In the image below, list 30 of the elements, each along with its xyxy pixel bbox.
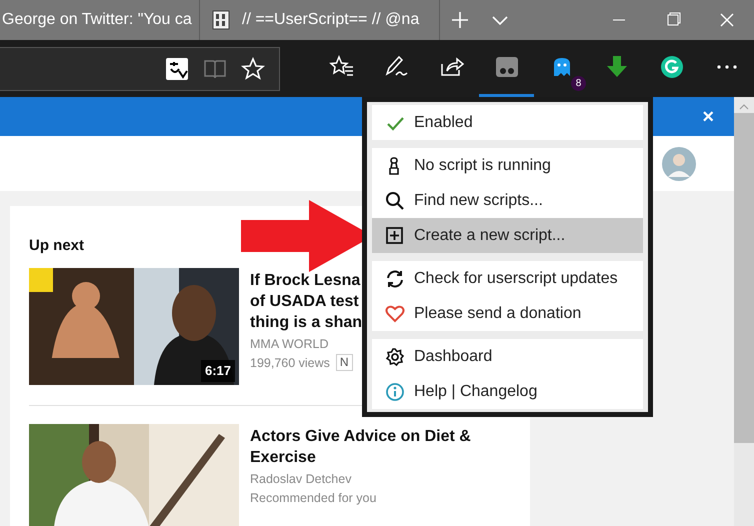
ghost-icon[interactable] [552,57,570,77]
video-title[interactable]: If Brock Lesna of USADA test thing is a shan [250,270,362,332]
video-title[interactable]: Actors Give Advice on Diet & Exercise [250,426,471,468]
tab-title: George on Twitter: "You ca [2,10,192,30]
count-badge: 8 [571,76,586,91]
info-icon [385,382,405,402]
address-bar[interactable] [0,46,280,90]
section-heading: Up next [29,236,84,256]
star-icon[interactable] [241,56,265,80]
avatar [662,146,696,181]
script-file-icon [212,10,230,30]
menu-item[interactable]: Create a new script... [372,218,643,253]
refresh-icon [385,268,405,288]
search-icon [385,190,405,210]
heart-icon [385,304,405,324]
close-button[interactable]: × [702,102,714,132]
duration-badge: 6:17 [200,360,235,382]
channel-name: MMA WORLD [250,336,330,352]
plus-square-icon [385,226,405,246]
tab-title: // ==UserScript== // @na [242,10,420,30]
view-count: 199,760 views [250,354,330,372]
toolbar-button[interactable]: 8 [534,40,589,97]
extension-icon[interactable] [494,54,520,80]
new-badge: N [336,354,353,371]
grammar-check-icon[interactable] [658,54,684,80]
view-count: Recommended for you [250,490,376,507]
scrollbar[interactable] [734,97,754,526]
channel-name: Radoslav Detchev [250,470,352,488]
settings-icon [385,346,405,366]
scrollbar-thumb[interactable] [734,113,754,443]
